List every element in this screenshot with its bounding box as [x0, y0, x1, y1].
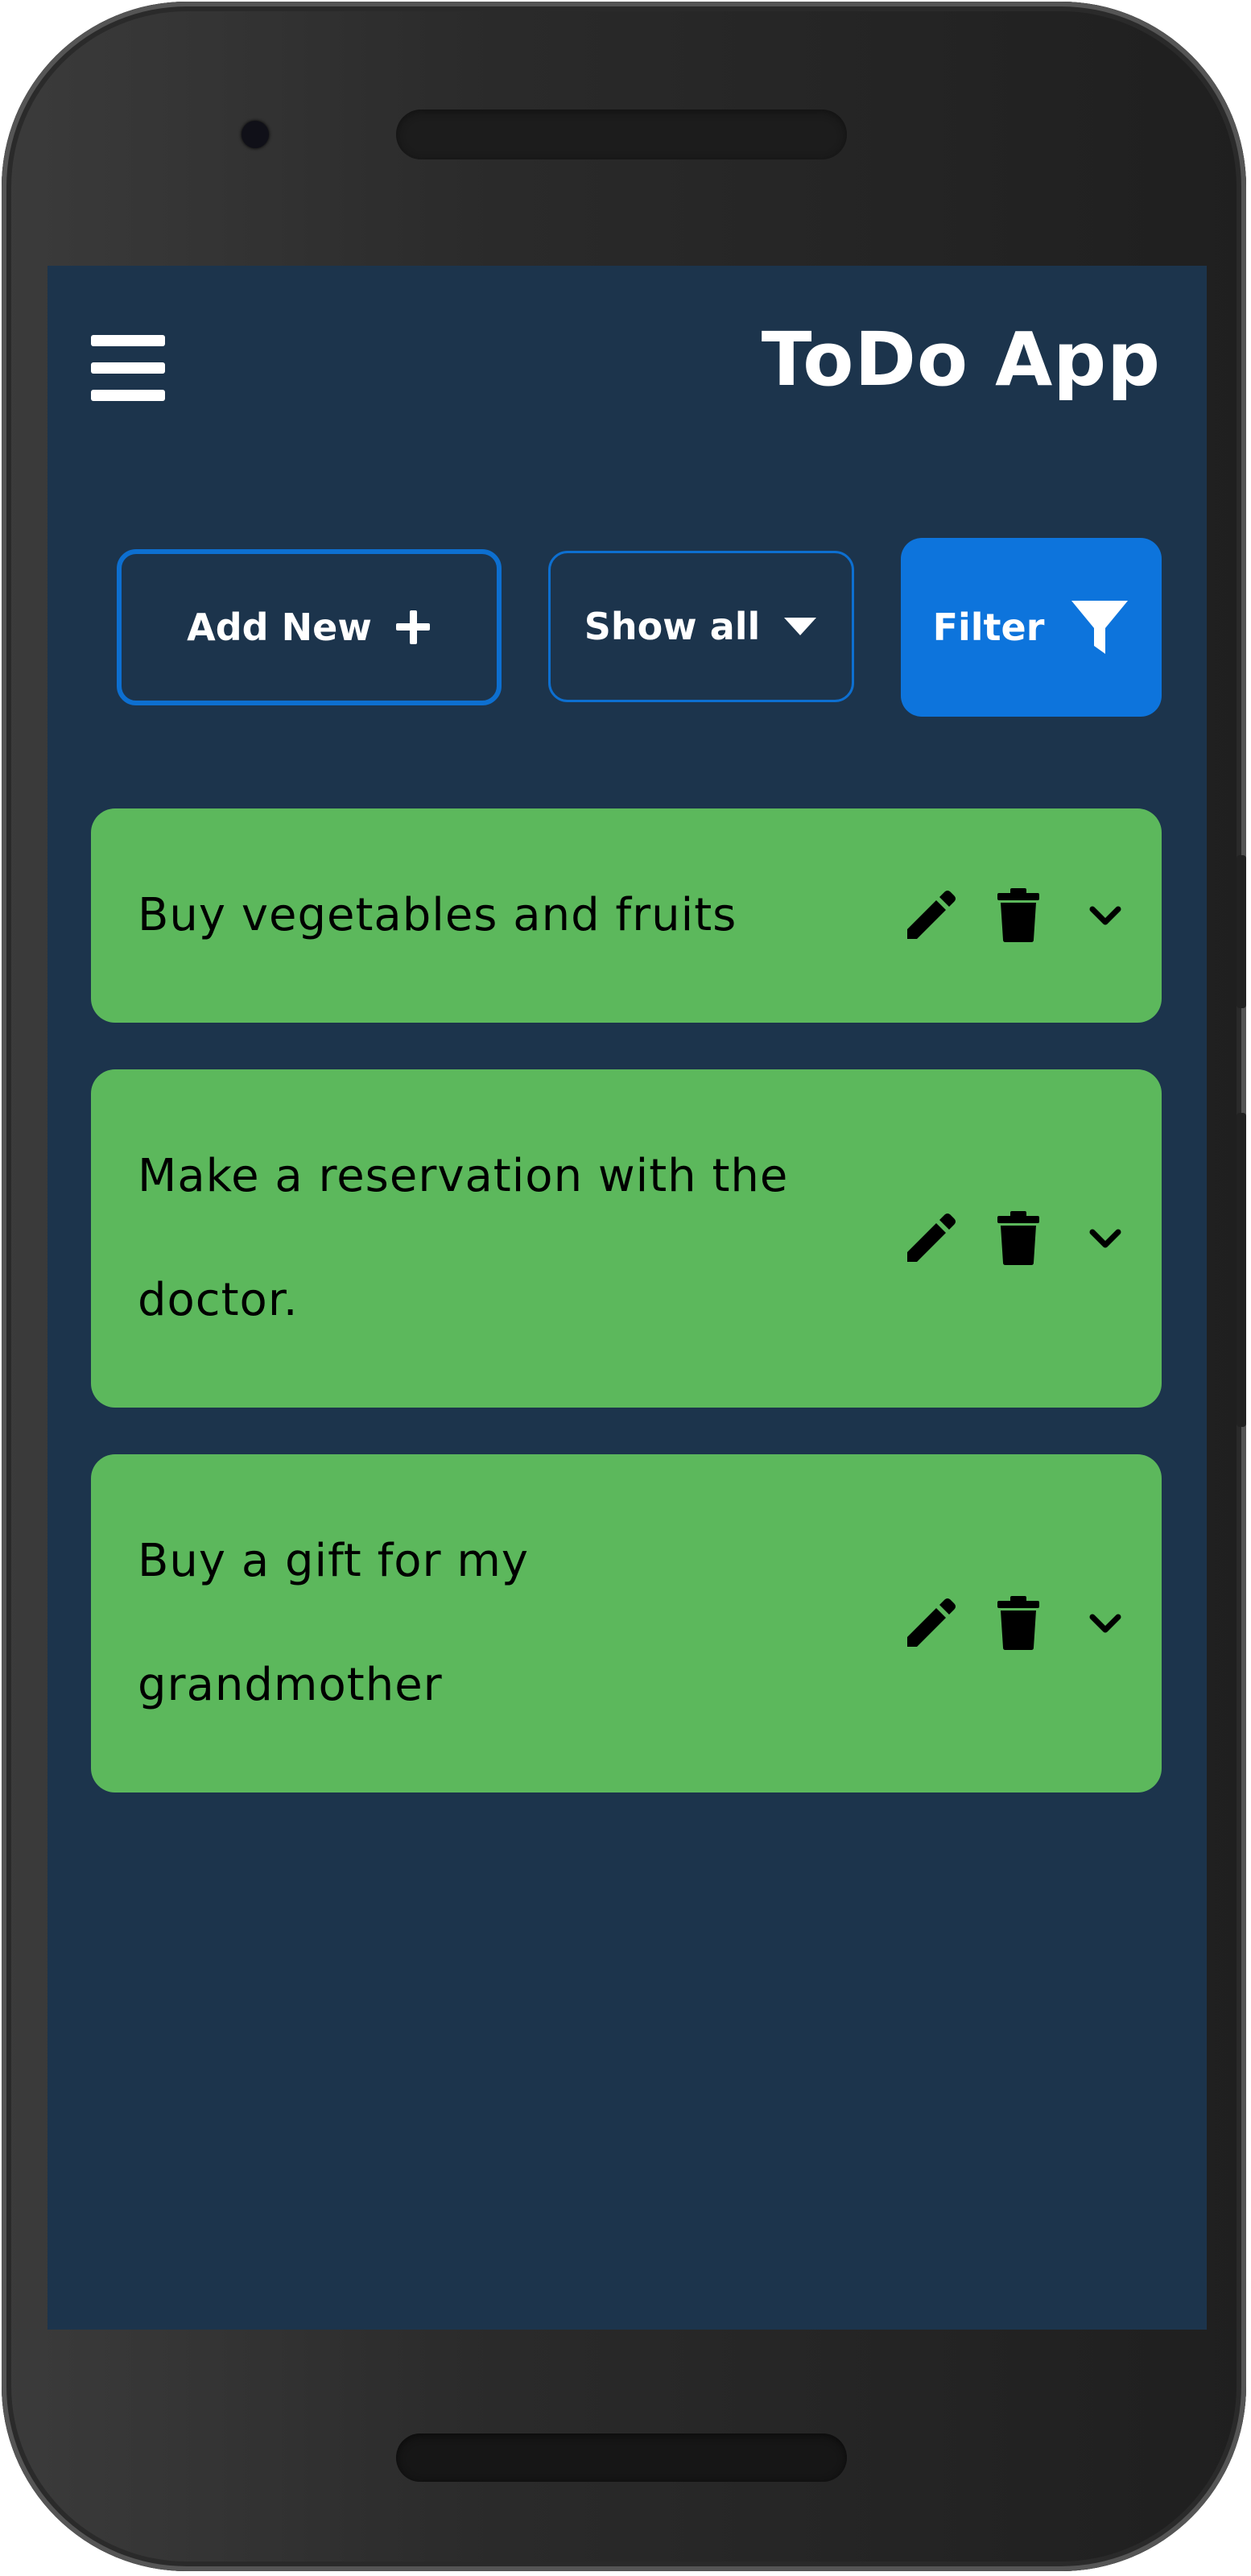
chevron-down-icon[interactable] — [1088, 898, 1123, 933]
add-new-button[interactable]: Add New — [117, 549, 502, 705]
todo-text: Buy a gift for my grandmother — [138, 1535, 530, 1711]
earpiece-speaker — [396, 110, 847, 159]
pencil-icon[interactable] — [902, 1210, 959, 1267]
volume-button — [1237, 1113, 1246, 1427]
todo-text: Buy vegetables and fruits — [138, 889, 737, 942]
todo-actions — [902, 1595, 1123, 1652]
plus-icon — [395, 610, 430, 644]
chevron-down-icon[interactable] — [1088, 1606, 1123, 1641]
pencil-icon[interactable] — [902, 887, 959, 944]
trash-icon[interactable] — [994, 1210, 1042, 1267]
todo-actions — [902, 887, 1123, 944]
phone-frame: ToDo App Add New Show all Filter Buy veg — [2, 2, 1246, 2571]
todo-item[interactable]: Buy vegetables and fruits — [91, 808, 1162, 1023]
show-all-label: Show all — [584, 605, 761, 648]
pencil-icon[interactable] — [902, 1595, 959, 1652]
power-button — [1237, 855, 1246, 1008]
filter-funnel-icon — [1071, 601, 1129, 654]
todo-list: Buy vegetables and fruits Make a reserva… — [91, 808, 1162, 1839]
filter-button[interactable]: Filter — [901, 538, 1162, 717]
filter-label: Filter — [932, 606, 1045, 649]
front-camera — [242, 121, 269, 148]
show-all-dropdown[interactable]: Show all — [548, 551, 854, 702]
todo-item[interactable]: Buy a gift for my grandmother — [91, 1454, 1162, 1792]
app-title: ToDo App — [761, 316, 1161, 403]
trash-icon[interactable] — [994, 1595, 1042, 1652]
todo-text: Make a reservation with the doctor. — [138, 1150, 789, 1326]
bottom-speaker — [396, 2433, 847, 2482]
todo-actions — [902, 1210, 1123, 1267]
hamburger-menu-icon[interactable] — [91, 335, 165, 401]
add-new-label: Add New — [187, 606, 372, 649]
chevron-down-icon[interactable] — [1088, 1221, 1123, 1256]
caret-down-icon — [784, 618, 817, 635]
app-screen: ToDo App Add New Show all Filter Buy veg — [47, 266, 1207, 2330]
todo-item[interactable]: Make a reservation with the doctor. — [91, 1069, 1162, 1408]
trash-icon[interactable] — [994, 887, 1042, 944]
